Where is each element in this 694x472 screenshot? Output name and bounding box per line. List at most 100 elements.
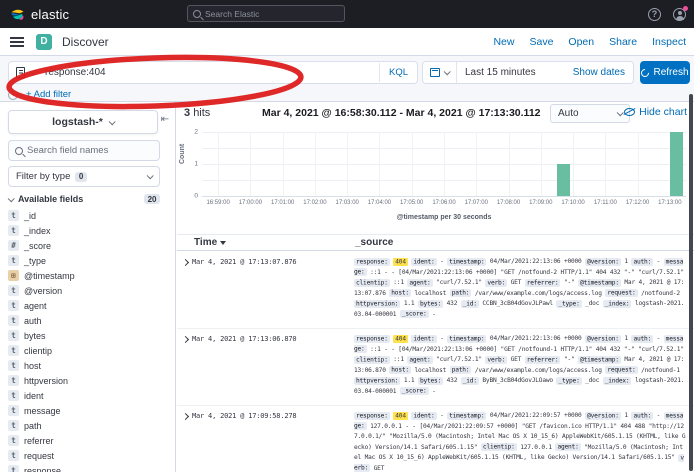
chart-plot-area[interactable]: 2 1 0 [202, 132, 686, 196]
saved-query-icon[interactable] [16, 67, 25, 78]
histogram-bar[interactable] [670, 132, 683, 196]
field-item-@version[interactable]: t@version [8, 283, 168, 298]
string-field-type-icon: t [8, 405, 19, 416]
field-item-response[interactable]: tresponse [8, 463, 168, 472]
date-field-type-icon: ⊞ [8, 270, 19, 281]
field-item-_index[interactable]: t_index [8, 223, 168, 238]
source-field-value: - [440, 335, 444, 342]
field-item-bytes[interactable]: tbytes [8, 328, 168, 343]
appbar-action-open[interactable]: Open [568, 36, 594, 48]
source-field-value: 1.1 [404, 300, 415, 307]
filter-by-type-dropdown[interactable]: Filter by type 0 [8, 166, 160, 187]
field-item-_id[interactable]: t _id [8, 208, 168, 223]
source-field-value: GET [374, 465, 385, 472]
filter-count-badge: 0 [75, 172, 86, 182]
time-range-value[interactable]: Last 15 minutes [465, 67, 573, 78]
refresh-label: Refresh [653, 67, 688, 78]
expand-row-icon[interactable] [182, 336, 189, 343]
appbar-action-new[interactable]: New [493, 36, 514, 48]
field-name: path [24, 421, 42, 431]
vertical-scrollbar[interactable] [689, 94, 693, 471]
field-name: _index [24, 226, 51, 236]
interval-select[interactable]: Auto [550, 104, 630, 123]
source-field-key: _index: [603, 300, 632, 308]
source-field-key: bytes: [418, 300, 443, 308]
source-field-value: ByBN_3cB04dGovJLOawo [482, 377, 553, 384]
appbar-action-inspect[interactable]: Inspect [652, 36, 686, 48]
source-field-key: timestamp: [447, 258, 486, 266]
source-field-key: clientip: [354, 356, 390, 364]
chevron-down-icon [109, 118, 116, 125]
index-pattern-selector[interactable]: logstash-* [8, 110, 158, 134]
available-fields-label: Available fields [18, 194, 83, 204]
source-field-key: _score: [400, 387, 429, 395]
string-field-type-icon: t [8, 345, 19, 356]
show-dates-link[interactable]: Show dates [573, 67, 633, 78]
brand-name: elastic [31, 7, 69, 22]
source-field-key: @version: [585, 335, 621, 343]
source-field-key: ident: [411, 335, 436, 343]
available-fields-count-badge: 20 [144, 194, 160, 204]
field-item-ident[interactable]: tident [8, 388, 168, 403]
time-picker[interactable]: Last 15 minutes Show dates [422, 61, 634, 84]
field-item-referrer[interactable]: treferrer [8, 433, 168, 448]
appbar-action-save[interactable]: Save [529, 36, 553, 48]
appbar-action-share[interactable]: Share [609, 36, 637, 48]
string-field-type-icon: t [8, 360, 19, 371]
source-field-key: _id: [461, 300, 479, 308]
menu-hamburger-icon[interactable] [10, 37, 24, 47]
field-item-_score[interactable]: #_score [8, 238, 168, 253]
field-item-path[interactable]: tpath [8, 418, 168, 433]
global-search-box[interactable] [187, 5, 345, 22]
x-tick-label: 17:00:00 [239, 200, 262, 206]
expand-row-icon[interactable] [182, 413, 189, 420]
search-icon [193, 10, 201, 18]
string-field-type-icon: t [8, 210, 19, 221]
expand-row-icon[interactable] [182, 259, 189, 266]
refresh-button[interactable]: Refresh [640, 61, 690, 84]
help-icon[interactable]: ? [648, 8, 661, 21]
field-item-auth[interactable]: tauth [8, 313, 168, 328]
field-item-@timestamp[interactable]: ⊞@timestamp [8, 268, 168, 283]
query-language-button[interactable]: KQL [379, 63, 417, 82]
histogram-bar[interactable] [557, 164, 570, 196]
field-name: host [24, 361, 41, 371]
chevron-down-icon[interactable] [30, 68, 37, 75]
field-item-_type[interactable]: t_type [8, 253, 168, 268]
source-field-key: @timestamp: [578, 356, 621, 364]
column-header-time[interactable]: Time [194, 237, 226, 248]
field-item-agent[interactable]: tagent [8, 298, 168, 313]
source-field-value: GET [511, 279, 522, 286]
field-item-httpversion[interactable]: thttpversion [8, 373, 168, 388]
source-field-value: - [440, 258, 444, 265]
column-header-source: _source [355, 237, 393, 248]
calendar-icon[interactable] [430, 68, 440, 77]
x-tick-label: 17:06:00 [432, 200, 455, 206]
hide-chart-link[interactable]: Hide chart [624, 106, 687, 118]
field-item-clientip[interactable]: tclientip [8, 343, 168, 358]
source-field-key: @version: [585, 258, 621, 266]
field-item-host[interactable]: thost [8, 358, 168, 373]
filter-options-icon[interactable] [8, 90, 18, 100]
source-field-key: agent: [555, 443, 580, 451]
field-item-message[interactable]: tmessage [8, 403, 168, 418]
x-axis-ticks: 16:59:0017:00:0017:01:0017:02:0017:03:00… [202, 200, 686, 210]
available-fields-header[interactable]: Available fields 20 [8, 194, 168, 204]
elastic-brand: elastic [0, 7, 69, 22]
doc-time-cell: Mar 4, 2021 @ 17:13:07.876 [192, 257, 310, 320]
query-input[interactable]: response:404 KQL [8, 61, 418, 84]
discover-app-icon[interactable]: D [36, 34, 52, 50]
collapse-sidebar-icon[interactable]: ⇤ [159, 114, 171, 126]
field-item-request[interactable]: trequest [8, 448, 168, 463]
field-search-input[interactable] [27, 145, 153, 156]
source-field-key: httpversion: [354, 300, 400, 308]
field-search-box[interactable] [8, 140, 160, 161]
add-filter-link[interactable]: + Add filter [26, 89, 71, 100]
global-search-input[interactable] [205, 9, 339, 19]
source-field-value: 1 [624, 412, 628, 419]
field-name: _id [24, 211, 36, 221]
source-field-value: /var/www/example.com/logs/access.log [475, 367, 602, 374]
query-text[interactable]: response:404 [45, 67, 379, 78]
time-range-display: Mar 4, 2021 @ 16:58:30.112 - Mar 4, 2021… [262, 107, 541, 119]
chevron-down-icon[interactable] [444, 68, 451, 75]
